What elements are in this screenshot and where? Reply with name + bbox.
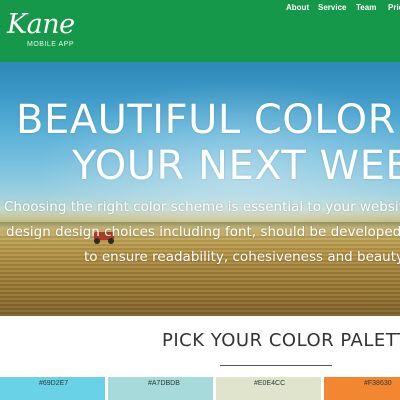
color-swatches: #69D2E7 #A7DBDB #E0E4CC #F38630 — [0, 377, 400, 400]
logo[interactable]: Kane MOBILE APP — [5, 10, 85, 54]
color-swatch[interactable]: #F38630 — [324, 377, 400, 400]
palette-heading: PICK YOUR COLOR PALETTE — [162, 330, 400, 351]
nav-item-about[interactable]: About — [286, 2, 309, 13]
main-nav: About Service Team Pric — [0, 0, 400, 16]
hero-banner: BEAUTIFUL COLOR PALET YOUR NEXT WEB PRO … — [0, 62, 400, 316]
hero-text-line-1: Choosing the right color scheme is essen… — [4, 199, 400, 215]
swatch-hex-label: #E0E4CC — [254, 380, 286, 387]
nav-item-team[interactable]: Team — [356, 2, 376, 13]
color-swatch[interactable]: #E0E4CC — [216, 377, 321, 400]
hero-wheat-field — [0, 234, 400, 316]
swatch-hex-label: #A7DBDB — [148, 380, 180, 387]
heading-divider — [220, 365, 332, 366]
swatch-hex-label: #69D2E7 — [39, 380, 69, 387]
nav-item-pricing[interactable]: Pric — [388, 2, 400, 13]
page: Kane MOBILE APP About Service Team Pric … — [0, 0, 400, 400]
hero-title-line-1: BEAUTIFUL COLOR PALET — [16, 97, 400, 143]
swatch-hex-label: #F38630 — [364, 380, 392, 387]
color-swatch[interactable]: #69D2E7 — [0, 377, 105, 400]
hero-text-line-2: design design choices including font, sh… — [6, 224, 400, 240]
hero-text-line-3: to ensure readability, cohesiveness and … — [84, 249, 400, 265]
logo-tagline: MOBILE APP — [27, 41, 75, 48]
site-header: Kane MOBILE APP About Service Team Pric — [0, 0, 400, 62]
nav-item-service[interactable]: Service — [318, 2, 346, 13]
hero-title-line-2: YOUR NEXT WEB PRO — [72, 143, 400, 189]
color-swatch[interactable]: #A7DBDB — [108, 377, 213, 400]
